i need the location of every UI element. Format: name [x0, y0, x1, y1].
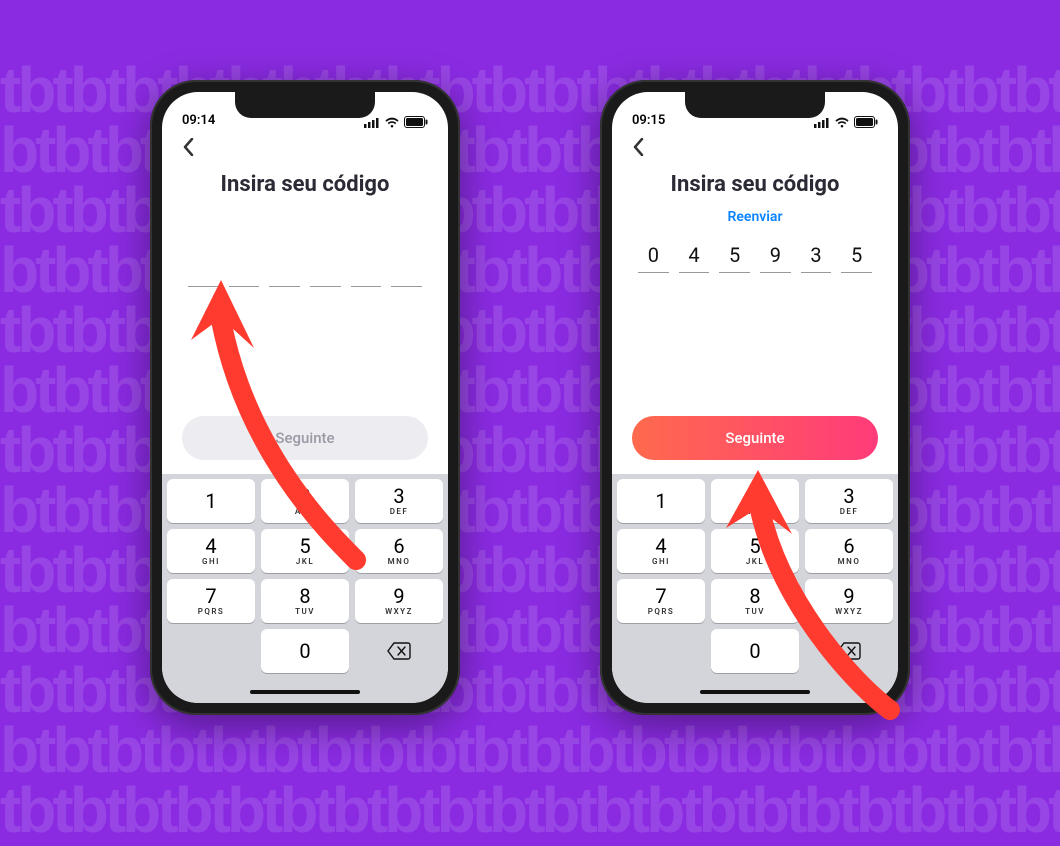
status-time: 09:15: [632, 113, 665, 128]
chevron-left-icon: [633, 138, 644, 156]
key-7[interactable]: 7PQRS: [167, 579, 255, 623]
phone-left: 09:14 Insira: [150, 80, 460, 715]
key-0[interactable]: 0: [711, 629, 799, 673]
next-button[interactable]: Seguinte: [632, 416, 878, 460]
key-0[interactable]: 0: [261, 629, 349, 673]
numeric-keypad: 1 2ABC 3DEF 4GHI 5JKL 6MNO 7PQRS 8TUV 9W…: [612, 474, 898, 681]
backspace-icon: [387, 642, 411, 660]
key-blank: [167, 629, 255, 673]
back-button[interactable]: [176, 135, 200, 159]
key-8[interactable]: 8TUV: [261, 579, 349, 623]
code-digit-2[interactable]: [229, 257, 260, 287]
key-1[interactable]: 1: [617, 479, 705, 523]
notch: [685, 92, 825, 118]
signal-icon: [814, 117, 830, 128]
key-3[interactable]: 3DEF: [355, 479, 443, 523]
resend-link[interactable]: Reenviar: [728, 209, 783, 225]
code-digit-4[interactable]: [310, 257, 341, 287]
next-button-label: Seguinte: [275, 429, 334, 447]
phone-right: 09:15 Insira: [600, 80, 910, 715]
code-digit-1[interactable]: 0: [638, 243, 669, 273]
code-digit-3[interactable]: [269, 257, 300, 287]
code-input-row[interactable]: [188, 257, 422, 287]
page-title: Insira seu código: [221, 172, 390, 197]
code-digit-5[interactable]: [351, 257, 382, 287]
home-indicator[interactable]: [612, 681, 898, 703]
wifi-icon: [834, 117, 850, 128]
code-input-row[interactable]: 0 4 5 9 3 5: [638, 243, 872, 273]
code-digit-4[interactable]: 9: [760, 243, 791, 273]
notch: [235, 92, 375, 118]
home-indicator[interactable]: [162, 681, 448, 703]
key-1[interactable]: 1: [167, 479, 255, 523]
key-5[interactable]: 5JKL: [261, 529, 349, 573]
code-digit-5[interactable]: 3: [801, 243, 832, 273]
key-6[interactable]: 6MNO: [805, 529, 893, 573]
code-digit-6[interactable]: [391, 257, 422, 287]
wifi-icon: [384, 117, 400, 128]
key-5[interactable]: 5JKL: [711, 529, 799, 573]
battery-icon: [404, 116, 428, 128]
backspace-icon: [837, 642, 861, 660]
battery-icon: [854, 116, 878, 128]
code-digit-1[interactable]: [188, 257, 219, 287]
chevron-left-icon: [183, 138, 194, 156]
page-title: Insira seu código: [671, 172, 840, 197]
status-time: 09:14: [182, 113, 215, 128]
key-9[interactable]: 9WXYZ: [805, 579, 893, 623]
key-6[interactable]: 6MNO: [355, 529, 443, 573]
signal-icon: [364, 117, 380, 128]
code-digit-6[interactable]: 5: [841, 243, 872, 273]
key-7[interactable]: 7PQRS: [617, 579, 705, 623]
key-4[interactable]: 4GHI: [167, 529, 255, 573]
key-8[interactable]: 8TUV: [711, 579, 799, 623]
key-2[interactable]: 2ABC: [261, 479, 349, 523]
key-3[interactable]: 3DEF: [805, 479, 893, 523]
key-9[interactable]: 9WXYZ: [355, 579, 443, 623]
key-delete[interactable]: [355, 629, 443, 673]
next-button-label: Seguinte: [725, 429, 784, 447]
code-digit-2[interactable]: 4: [679, 243, 710, 273]
key-blank: [617, 629, 705, 673]
code-digit-3[interactable]: 5: [719, 243, 750, 273]
key-4[interactable]: 4GHI: [617, 529, 705, 573]
back-button[interactable]: [626, 135, 650, 159]
numeric-keypad: 1 2ABC 3DEF 4GHI 5JKL 6MNO 7PQRS 8TUV 9W…: [162, 474, 448, 681]
key-delete[interactable]: [805, 629, 893, 673]
key-2[interactable]: 2ABC: [711, 479, 799, 523]
next-button: Seguinte: [182, 416, 428, 460]
